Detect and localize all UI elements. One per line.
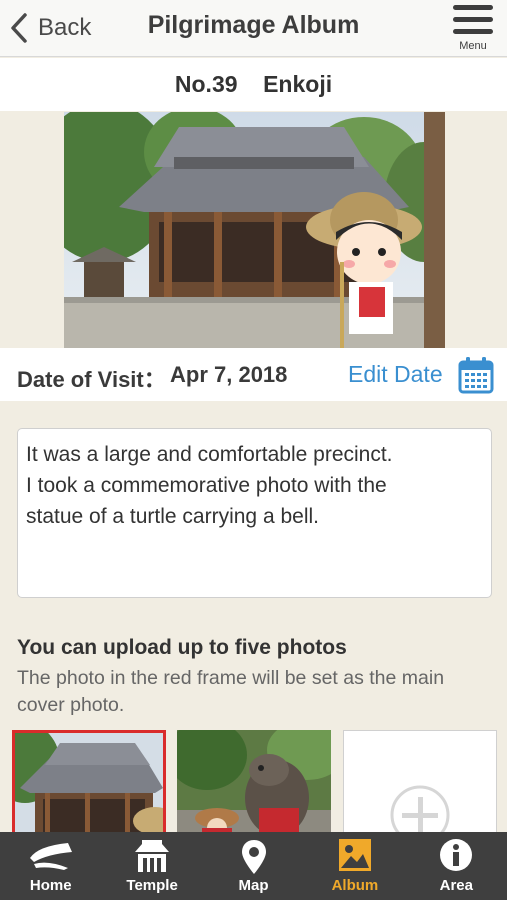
upload-title: You can upload up to five photos <box>17 636 347 659</box>
tab-label: Album <box>331 877 379 894</box>
turtle-statue-image <box>177 730 331 840</box>
menu-label: Menu <box>459 40 487 52</box>
visit-date-value: Apr 7, 2018 <box>170 362 288 387</box>
temple-header: No.39 Enkoji <box>0 58 507 111</box>
navigation-bar: Back Pilgrimage Album Menu <box>0 0 507 57</box>
tab-label: Temple <box>126 877 178 894</box>
add-photo-button[interactable] <box>343 730 497 840</box>
tab-temple[interactable]: Temple <box>101 832 202 900</box>
tab-album[interactable]: Album <box>304 832 405 900</box>
note-line: I took a commemorative photo with the <box>26 474 387 497</box>
tab-home[interactable]: Home <box>0 832 101 900</box>
tab-label: Home <box>29 877 72 894</box>
tab-label: Map <box>238 877 269 894</box>
visit-date-row: Date of Visit： Apr 7, 2018 Edit Date <box>0 348 507 401</box>
temple-icon <box>135 840 170 872</box>
main-photo[interactable] <box>64 112 445 348</box>
info-icon <box>440 839 473 871</box>
tab-map[interactable]: Map <box>203 832 304 900</box>
home-icon <box>29 843 72 870</box>
menu-button[interactable]: Menu <box>451 3 495 53</box>
upload-subtitle: The photo in the red frame will be set a… <box>17 667 445 716</box>
tab-bar: Home Temple Map Album Area <box>0 832 507 900</box>
note-line: It was a large and comfortable precinct. <box>26 443 393 466</box>
edit-date-button[interactable]: Edit Date <box>348 361 443 388</box>
map-pin-icon <box>241 840 266 874</box>
hamburger-icon <box>453 5 493 10</box>
calendar-icon[interactable] <box>458 356 494 394</box>
tab-area[interactable]: Area <box>406 832 507 900</box>
tab-label: Area <box>439 877 473 894</box>
note-line: statue of a turtle carrying a bell. <box>26 505 319 528</box>
photo-thumbnail[interactable] <box>177 730 331 840</box>
page-title: Pilgrimage Album <box>147 11 360 39</box>
visit-note-textarea[interactable]: It was a large and comfortable precinct.… <box>17 428 492 598</box>
album-icon <box>338 839 371 871</box>
temple-thumbnail-image <box>15 733 163 837</box>
add-photo-icon <box>390 785 450 839</box>
visit-date-label: Date of Visit： <box>17 367 166 392</box>
temple-photo-image <box>64 112 445 348</box>
photo-thumbnail-main[interactable] <box>12 730 166 840</box>
